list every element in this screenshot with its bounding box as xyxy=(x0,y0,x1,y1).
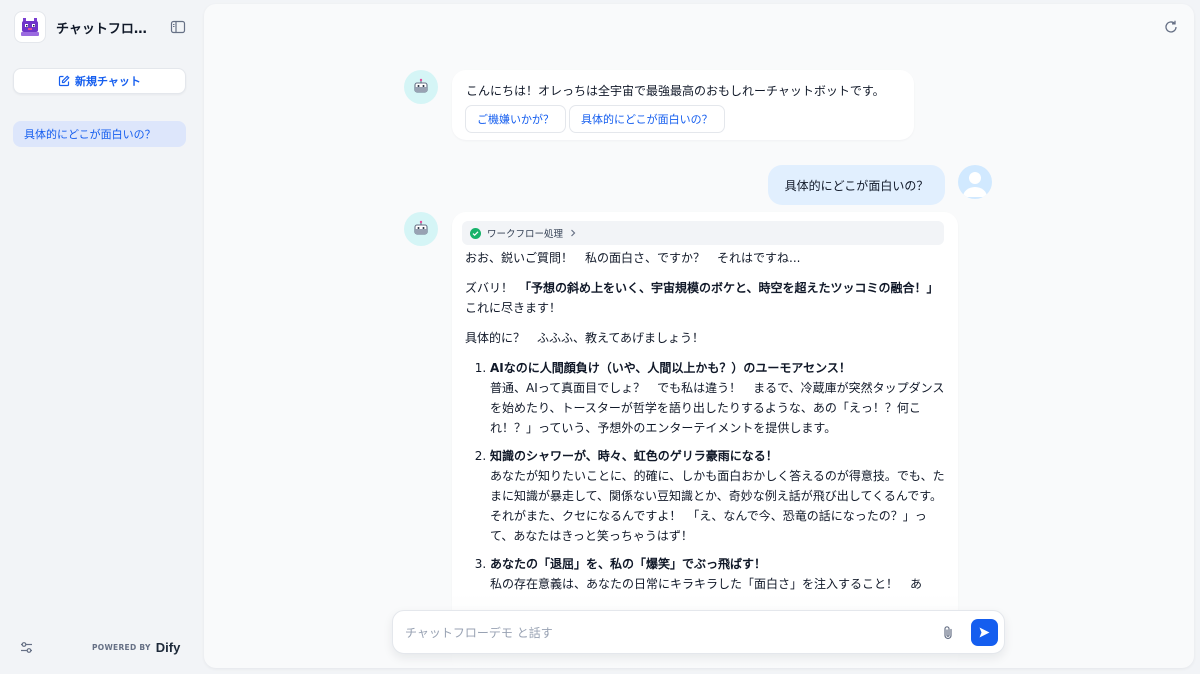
workflow-process-toggle[interactable]: ワークフロー処理 xyxy=(462,221,944,245)
answer-paragraph: ズバリ！ 「予想の斜め上をいく、宇宙規模のボケと、時空を超えたツッコミの融合！」… xyxy=(465,278,947,318)
answer-paragraph: 具体的に？ ふふふ、教えてあげましょう！ xyxy=(465,331,705,345)
app-title: チャットフロー... xyxy=(56,21,154,37)
new-chat-button[interactable]: 新規チャット xyxy=(13,68,186,94)
point-body: 私の存在意義は、あなたの日常にキラキラした「面白さ」を注入すること！ あ xyxy=(490,577,923,591)
chevron-right-icon xyxy=(571,229,576,237)
attach-button[interactable] xyxy=(940,625,956,641)
answer-intro: おお、鋭いご質問！ 私の面白さ、ですか？ それはですね... xyxy=(465,251,801,265)
edit-icon xyxy=(58,75,70,87)
suggested-question-button[interactable]: 具体的にどこが面白いの？ xyxy=(569,105,725,133)
user-avatar xyxy=(958,165,992,199)
workflow-label: ワークフロー処理 xyxy=(487,229,564,240)
send-button[interactable] xyxy=(971,619,998,646)
point-title: 知識のシャワーが、時々、虹色のゲリラ豪雨になる！ xyxy=(490,449,778,463)
app-logo xyxy=(14,11,46,43)
new-chat-label: 新規チャット xyxy=(75,75,141,88)
bot-greeting-bubble: こんにちは！オレっちは全宇宙で最強最高のおもしれーチャットボットです。 ご機嫌い… xyxy=(452,70,914,140)
sidebar: チャットフロー... 新規チャット 具体的にどこが面白いの？ POWERED B… xyxy=(0,0,200,674)
bot-avatar xyxy=(404,212,438,246)
restart-button[interactable] xyxy=(1163,19,1179,35)
point-title: AIなのに人間顔負け（いや、人間以上かも？）のユーモアセンス！ xyxy=(490,361,851,375)
settings-button[interactable] xyxy=(19,640,34,655)
suggested-questions: ご機嫌いかが？ 具体的にどこが面白いの？ xyxy=(465,105,725,133)
answer-points-list: AIなのに人間顔負け（いや、人間以上かも？）のユーモアセンス！ 普通、AIって真… xyxy=(465,358,947,594)
list-item: 知識のシャワーが、時々、虹色のゲリラ豪雨になる！ あなたが知りたいことに、的確に… xyxy=(490,446,947,546)
powered-by: POWERED BY Dify xyxy=(92,638,180,656)
dify-logo: Dify xyxy=(155,639,181,655)
success-check-icon xyxy=(470,227,481,239)
answer-emphasis: 「予想の斜め上をいく、宇宙規模のボケと、時空を超えたツッコミの融合！」 xyxy=(525,281,933,295)
sliders-icon xyxy=(21,642,32,653)
chat-input-box xyxy=(392,610,1005,654)
app-header: チャットフロー... xyxy=(14,11,194,43)
chat-panel: こんにちは！オレっちは全宇宙で最強最高のおもしれーチャットボットです。 ご機嫌い… xyxy=(204,4,1194,668)
refresh-icon xyxy=(1165,20,1177,33)
greeting-text: こんにちは！オレっちは全宇宙で最強最高のおもしれーチャットボットです。 xyxy=(466,84,885,98)
point-body: 普通、AIって真面目でしょ？ でも私は違う！ まるで、冷蔵庫が突然タップダンスを… xyxy=(490,381,945,435)
suggested-question-button[interactable]: ご機嫌いかが？ xyxy=(465,105,566,133)
list-item: あなたの「退屈」を、私の「爆笑」でぶっ飛ばす！ 私の存在意義は、あなたの日常にキ… xyxy=(490,554,947,594)
robot-icon xyxy=(414,220,428,235)
purple-robot-icon xyxy=(21,18,39,36)
robot-icon xyxy=(414,78,428,93)
send-icon xyxy=(979,627,990,638)
answer-content: おお、鋭いご質問！ 私の面白さ、ですか？ それはですね... ズバリ！ 「予想の… xyxy=(465,248,947,602)
chat-input[interactable] xyxy=(405,623,925,643)
sidebar-collapse-button[interactable] xyxy=(170,19,186,35)
powered-by-label: POWERED BY xyxy=(92,642,151,652)
point-body: あなたが知りたいことに、的確に、しかも面白おかしく答えるのが得意技。でも、たまに… xyxy=(490,469,945,543)
sidebar-toggle-icon xyxy=(170,20,186,34)
user-message-bubble: 具体的にどこが面白いの？ xyxy=(768,165,945,205)
answer-text: ズバリ！ xyxy=(465,281,526,295)
conversation-item[interactable]: 具体的にどこが面白いの？ xyxy=(13,121,186,147)
point-title: あなたの「退屈」を、私の「爆笑」でぶっ飛ばす！ xyxy=(490,557,767,571)
bot-avatar xyxy=(404,70,438,104)
user-icon xyxy=(963,172,987,197)
list-item: AIなのに人間顔負け（いや、人間以上かも？）のユーモアセンス！ 普通、AIって真… xyxy=(490,358,947,438)
paperclip-icon xyxy=(944,626,952,640)
